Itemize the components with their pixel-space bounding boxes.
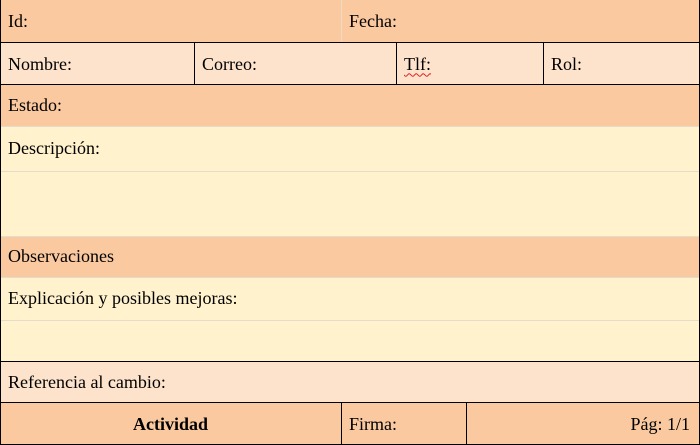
pagina-label: Pág: 1/1 (630, 413, 690, 434)
divider (0, 361, 700, 362)
divider (466, 403, 467, 445)
actividad-cell: Actividad (0, 403, 341, 445)
tlf-field: Tlf: (396, 43, 543, 85)
firma-label: Firma: (349, 413, 397, 434)
divider (194, 43, 195, 85)
divider (0, 126, 700, 127)
fecha-label: Fecha: (349, 11, 397, 31)
nombre-field: Nombre: (0, 43, 194, 85)
divider (0, 171, 700, 172)
estado-label: Estado: (8, 95, 62, 115)
id-label: Id: (8, 11, 28, 31)
divider (0, 236, 700, 237)
divider (0, 277, 700, 278)
divider (0, 42, 700, 43)
observaciones-label: Observaciones (8, 246, 114, 266)
divider (0, 402, 700, 403)
divider (341, 0, 342, 43)
explicacion-content-area (0, 320, 700, 362)
rol-label: Rol: (551, 53, 583, 74)
rol-field: Rol: (543, 43, 700, 85)
estado-field: Estado: (0, 85, 700, 126)
divider (396, 43, 397, 85)
observaciones-field: Observaciones (0, 236, 700, 277)
explicacion-field: Explicación y posibles mejoras: (0, 277, 700, 320)
tlf-label: Tlf: (404, 53, 431, 74)
firma-cell: Firma: (341, 403, 466, 445)
pagina-cell: Pág: 1/1 (466, 403, 700, 445)
fecha-field: Fecha: (341, 0, 700, 43)
correo-field: Correo: (194, 43, 396, 85)
divider (0, 0, 1, 445)
incident-form: Id: Fecha: Nombre: Correo: Tlf: Rol: Est… (0, 0, 700, 445)
referencia-label: Referencia al cambio: (8, 372, 166, 392)
divider (0, 320, 700, 321)
divider (543, 43, 544, 85)
actividad-label: Actividad (132, 413, 208, 434)
correo-label: Correo: (202, 53, 257, 74)
descripcion-field: Descripción: (0, 126, 700, 171)
explicacion-label: Explicación y posibles mejoras: (8, 288, 238, 308)
id-field: Id: (0, 0, 341, 43)
nombre-label: Nombre: (8, 53, 72, 74)
referencia-field: Referencia al cambio: (0, 362, 700, 403)
descripcion-label: Descripción: (8, 138, 100, 158)
divider (0, 84, 700, 85)
divider (341, 403, 342, 445)
descripcion-content-area (0, 171, 700, 236)
